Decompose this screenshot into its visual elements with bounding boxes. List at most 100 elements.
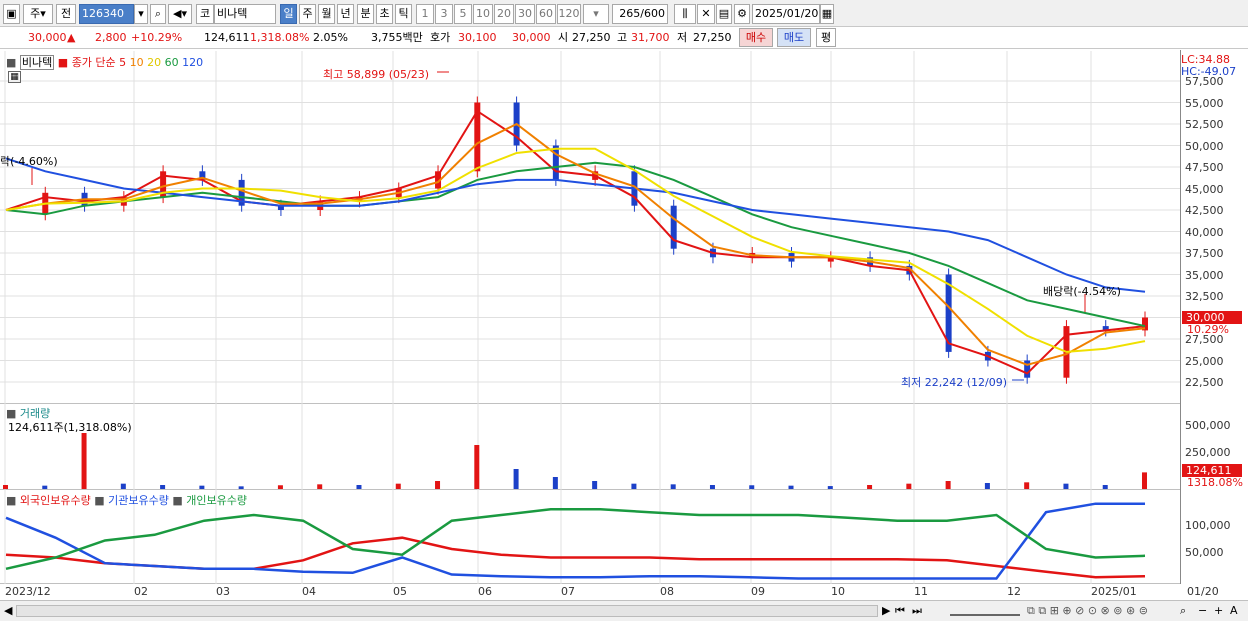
annotation-ex-dividend-2: 배당락(-4.54%) [1043, 285, 1121, 298]
volume-pct-tag: 1318.08% [1187, 476, 1243, 489]
price-tick-label: 32,500 [1185, 290, 1224, 303]
volume-bar [592, 481, 598, 489]
holder-legend: ■ 외국인보유수량 ■ 기관보유수량 ■ 개인보유수량 [6, 494, 248, 507]
volume-value-label: 124,611주(1,318.08%) [8, 421, 132, 434]
price-panel-title: 비나텍 [19, 55, 55, 70]
annotation-low: 최저 22,242 (12/09) [901, 376, 1008, 389]
x-axis-label: 12 [1007, 585, 1021, 598]
legend-institution: 기관보유수량 [108, 494, 169, 507]
legend-ma5: 5 [119, 56, 127, 69]
scroll-track[interactable] [16, 605, 878, 617]
volume-bar [788, 485, 794, 489]
x-axis-label: 2025/01 [1091, 585, 1137, 598]
legend-ma20: 20 [147, 56, 162, 69]
annotation-ex-dividend-1: 락(-4.60%) [0, 155, 58, 168]
x-axis-label: 04 [302, 585, 316, 598]
plus-icon[interactable]: + [1214, 603, 1223, 619]
volume-bar [552, 477, 558, 489]
ma-line-120 [5, 157, 1146, 293]
price-tick-label: 40,000 [1185, 225, 1224, 239]
volume-bar [513, 469, 519, 489]
x-axis-right-label: 01/20 [1187, 585, 1219, 598]
zoom-out-search-icon[interactable]: ⌕ [1180, 603, 1186, 619]
volume-bar [827, 486, 833, 489]
volume-bar [1142, 472, 1147, 489]
x-axis-label: 09 [751, 585, 765, 598]
volume-bar [1024, 482, 1030, 489]
volume-bar [749, 485, 755, 489]
legend-ma10: 10 [129, 56, 144, 69]
price-tick-label: 37,500 [1185, 247, 1224, 260]
x-axis-label: 02 [134, 585, 148, 598]
zoom-slider[interactable] [950, 606, 1020, 616]
x-axis-label: 10 [831, 585, 845, 598]
price-tick-label: 42,500 [1185, 204, 1224, 217]
candle-body [670, 205, 677, 249]
legend-ma120: 120 [182, 56, 204, 69]
price-tick-label: 25,000 [1185, 354, 1224, 368]
scroll-right-icon[interactable]: ▶ [882, 603, 890, 619]
volume-bar [474, 445, 480, 489]
holder-line-1 [5, 502, 1145, 580]
volume-tick-label: 250,000 [1185, 446, 1231, 459]
holder-line-0 [5, 536, 1146, 579]
x-axis-label: 11 [914, 585, 928, 598]
holder-line-2 [5, 508, 1146, 571]
volume-bar [42, 485, 48, 489]
x-axis-label: 03 [216, 585, 230, 598]
price-tick-label: 50,000 [1185, 139, 1224, 153]
volume-bar [120, 483, 126, 489]
volume-bar [1063, 483, 1069, 489]
volume-bar [199, 485, 205, 489]
volume-bar [670, 484, 676, 489]
scroll-left-icon[interactable]: ◀ [4, 603, 12, 619]
first-icon[interactable]: ⏮ [895, 603, 905, 619]
legend-ma60: 60 [164, 56, 179, 69]
tools-icons[interactable]: ⧉ ⧉ ⊞ ⊕ ⊘ ⊙ ⊗ ⊚ ⊛ ⊜ [1027, 603, 1148, 619]
price-legend: ■ 비나텍 ■ 종가 단순 5 10 20 60 120 [6, 55, 204, 70]
ma-line-20 [5, 147, 1146, 353]
volume-bar [81, 433, 87, 489]
volume-bar [984, 483, 990, 489]
legend-individual: 개인보유수량 [186, 494, 248, 507]
volume-bar [631, 483, 637, 489]
x-axis-label: 07 [561, 585, 575, 598]
price-tick-label: 57,500 [1185, 75, 1224, 88]
price-tick-label: 35,000 [1185, 268, 1224, 282]
ma-line-60 [5, 161, 1146, 328]
price-tick-label: 52,500 [1185, 118, 1224, 131]
x-axis-label: 05 [393, 585, 407, 598]
ma-line-10 [5, 122, 1146, 366]
volume-bar [906, 483, 912, 489]
volume-bar [3, 485, 8, 489]
volume-bar [435, 481, 441, 489]
x-axis-label: 08 [660, 585, 674, 598]
volume-bar [238, 486, 244, 489]
candle-body [552, 145, 559, 180]
volume-bar [945, 481, 951, 489]
text-tool-icon[interactable]: A [1230, 603, 1238, 619]
table-icon[interactable]: ▦ [8, 71, 21, 83]
x-axis-label: 06 [478, 585, 492, 598]
volume-bar [356, 485, 362, 489]
volume-bar [277, 485, 283, 489]
holder-tick-label: 100,000 [1185, 519, 1231, 532]
legend-foreign: 외국인보유수량 [19, 494, 91, 507]
volume-bar [709, 485, 715, 489]
legend-close: 종가 단순 [71, 56, 116, 69]
last-icon[interactable]: ⏭ [912, 603, 922, 619]
price-tick-label: 22,500 [1185, 376, 1224, 389]
minus-icon[interactable]: − [1198, 603, 1207, 619]
volume-bar [317, 484, 323, 489]
current-pct-tag: 10.29% [1187, 323, 1229, 336]
annotation-high: 최고 58,899 (05/23) [323, 68, 430, 81]
volume-bar [867, 485, 873, 489]
price-tick-label: 47,500 [1185, 161, 1224, 174]
volume-tick-label: 500,000 [1185, 419, 1231, 432]
volume-bar [160, 485, 166, 489]
chart-canvas [0, 51, 1180, 584]
volume-bar [395, 483, 401, 489]
scroll-bar-area: ◀ ▶ ⏮ ⏭ ⧉ ⧉ ⊞ ⊕ ⊘ ⊙ ⊗ ⊚ ⊛ ⊜ ⌕ − + A [0, 600, 1248, 621]
holder-tick-label: 50,000 [1185, 546, 1224, 559]
x-axis-label: 2023/12 [5, 585, 51, 598]
